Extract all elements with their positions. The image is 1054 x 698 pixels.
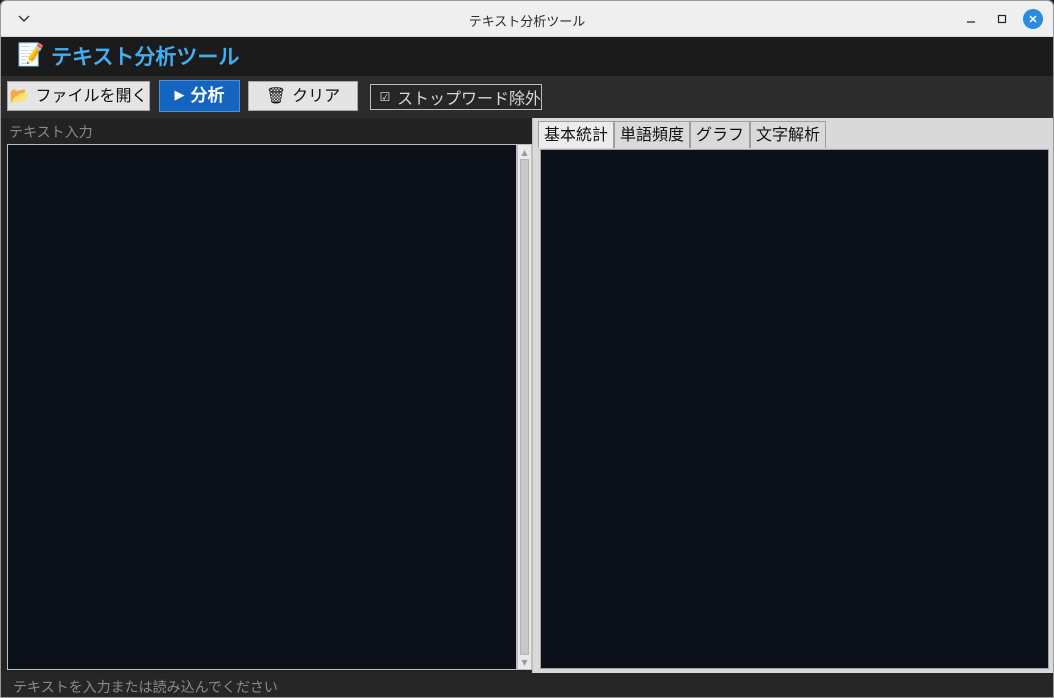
maximize-button[interactable] bbox=[991, 8, 1013, 30]
open-file-button[interactable]: 📂 ファイルを開く bbox=[7, 81, 150, 111]
app-title: テキスト分析ツール bbox=[51, 45, 240, 69]
tab-word-frequency[interactable]: 単語頻度 bbox=[614, 121, 691, 148]
app-header: 📝 テキスト分析ツール bbox=[1, 37, 1053, 76]
scroll-thumb[interactable] bbox=[520, 159, 529, 655]
stopwords-checkbox[interactable]: ☑ ストップワード除外 bbox=[370, 84, 542, 110]
window-title: テキスト分析ツール bbox=[468, 15, 586, 30]
results-panel: 基本統計 単語頻度 グラフ 文字解析 bbox=[532, 118, 1053, 673]
open-file-label: ファイルを開く bbox=[35, 86, 148, 105]
folder-open-icon: 📂 bbox=[9, 86, 30, 105]
app-window: テキスト分析ツール 📝 テキスト分析ツール 📂 ファイルを開く ▶ 分析 🗑 ク… bbox=[0, 0, 1054, 698]
clear-label: クリア bbox=[292, 86, 341, 105]
close-icon bbox=[1023, 9, 1043, 29]
scroll-down-icon[interactable]: ▼ bbox=[518, 656, 531, 668]
title-bar: テキスト分析ツール bbox=[1, 1, 1053, 37]
clear-button[interactable]: 🗑 クリア bbox=[248, 81, 358, 111]
text-input-area[interactable] bbox=[7, 144, 517, 670]
checkmark-icon: ☑ bbox=[379, 90, 391, 104]
stopwords-label: ストップワード除外 bbox=[396, 89, 541, 108]
text-input-label: テキスト入力 bbox=[9, 125, 93, 141]
memo-icon: 📝 bbox=[17, 43, 45, 68]
analyze-button[interactable]: ▶ 分析 bbox=[159, 80, 240, 112]
play-icon: ▶ bbox=[174, 88, 185, 103]
close-button[interactable] bbox=[1022, 8, 1044, 30]
status-bar: テキストを入力または読み込んでください bbox=[1, 673, 1053, 697]
tab-graph[interactable]: グラフ bbox=[690, 121, 751, 148]
text-input-scrollbar[interactable]: ▲ ▼ bbox=[517, 144, 532, 670]
results-tabs: 基本統計 単語頻度 グラフ 文字解析 bbox=[538, 121, 827, 148]
trash-icon: 🗑 bbox=[265, 86, 287, 105]
results-content bbox=[540, 149, 1049, 669]
maximize-icon bbox=[997, 14, 1007, 24]
minimize-button[interactable] bbox=[960, 8, 982, 30]
toolbar: 📂 ファイルを開く ▶ 分析 🗑 クリア ☑ ストップワード除外 bbox=[1, 76, 1053, 118]
tab-basic-stats[interactable]: 基本統計 bbox=[538, 121, 615, 148]
tab-character-analysis[interactable]: 文字解析 bbox=[750, 121, 827, 148]
scroll-up-icon[interactable]: ▲ bbox=[518, 146, 531, 158]
status-text: テキストを入力または読み込んでください bbox=[13, 680, 278, 696]
analyze-label: 分析 bbox=[190, 86, 225, 106]
minimize-icon bbox=[967, 21, 975, 23]
